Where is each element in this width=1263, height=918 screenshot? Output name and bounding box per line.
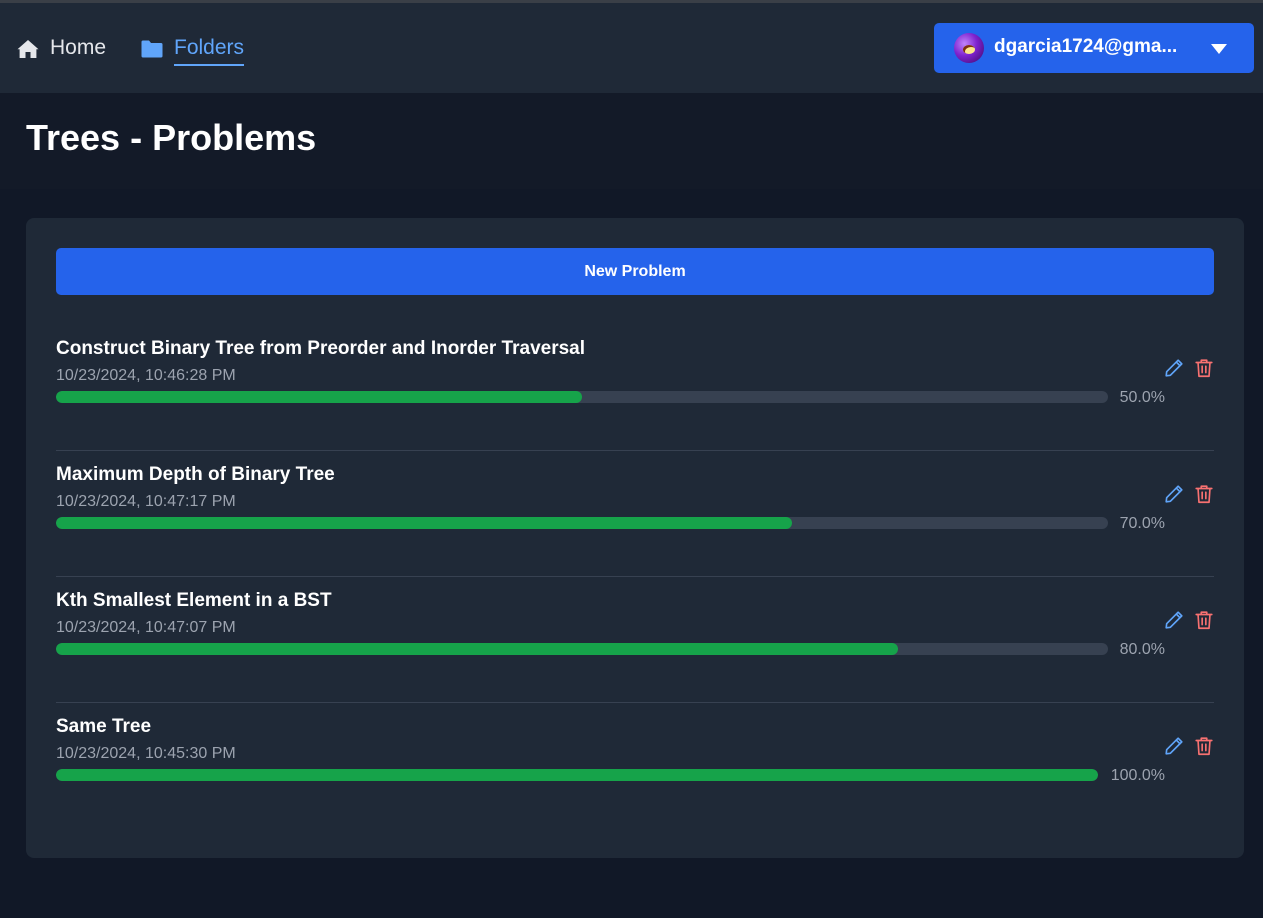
- problem-title[interactable]: Construct Binary Tree from Preorder and …: [56, 338, 585, 360]
- problem-title[interactable]: Same Tree: [56, 716, 151, 738]
- problem-date: 10/23/2024, 10:47:17 PM: [56, 493, 236, 510]
- progress-bar: [56, 769, 1098, 781]
- progress-bar-fill: [56, 517, 793, 529]
- trash-icon[interactable]: [1193, 357, 1215, 379]
- progress-bar-fill: [56, 391, 582, 403]
- progress-label: 80.0%: [1119, 641, 1165, 658]
- pencil-icon[interactable]: [1163, 735, 1185, 757]
- list-item[interactable]: Maximum Depth of Binary Tree 10/23/2024, …: [56, 451, 1214, 577]
- navbar: Home Folders dgarcia1724@gma...: [0, 3, 1263, 93]
- problem-date: 10/23/2024, 10:46:28 PM: [56, 367, 236, 384]
- pencil-icon[interactable]: [1163, 483, 1185, 505]
- page-header: Trees - Problems: [0, 93, 1263, 189]
- new-problem-button[interactable]: New Problem: [56, 248, 1214, 295]
- progress-label: 70.0%: [1119, 515, 1165, 532]
- trash-icon[interactable]: [1193, 483, 1215, 505]
- progress-bar: [56, 391, 1108, 403]
- home-icon: [17, 40, 39, 58]
- problems-card: New Problem Construct Binary Tree from P…: [26, 218, 1244, 858]
- problem-date: 10/23/2024, 10:47:07 PM: [56, 619, 236, 636]
- nav-folders-link[interactable]: Folders: [140, 36, 245, 68]
- pencil-icon[interactable]: [1163, 609, 1185, 631]
- progress-label: 50.0%: [1119, 389, 1165, 406]
- problem-title[interactable]: Kth Smallest Element in a BST: [56, 590, 332, 612]
- progress-bar-fill: [56, 643, 898, 655]
- chevron-down-icon: [1211, 44, 1227, 54]
- page-title: Trees - Problems: [26, 117, 317, 158]
- avatar: [954, 33, 984, 63]
- progress-bar: [56, 517, 1108, 529]
- problem-title[interactable]: Maximum Depth of Binary Tree: [56, 464, 335, 486]
- list-item[interactable]: Construct Binary Tree from Preorder and …: [56, 325, 1214, 451]
- user-menu-button[interactable]: dgarcia1724@gma...: [934, 23, 1254, 73]
- folder-icon: [141, 40, 163, 58]
- trash-icon[interactable]: [1193, 735, 1215, 757]
- problem-date: 10/23/2024, 10:45:30 PM: [56, 745, 236, 762]
- nav-folders-label: Folders: [174, 36, 245, 66]
- nav-home-link[interactable]: Home: [16, 36, 106, 68]
- trash-icon[interactable]: [1193, 609, 1215, 631]
- progress-label: 100.0%: [1110, 767, 1165, 784]
- pencil-icon[interactable]: [1163, 357, 1185, 379]
- progress-bar-fill: [56, 769, 1098, 781]
- progress-bar: [56, 643, 1108, 655]
- list-item[interactable]: Same Tree 10/23/2024, 10:45:30 PM 100.0%: [56, 703, 1214, 829]
- user-email: dgarcia1724@gma...: [994, 36, 1178, 57]
- nav-home-label: Home: [50, 36, 107, 59]
- list-item[interactable]: Kth Smallest Element in a BST 10/23/2024,…: [56, 577, 1214, 703]
